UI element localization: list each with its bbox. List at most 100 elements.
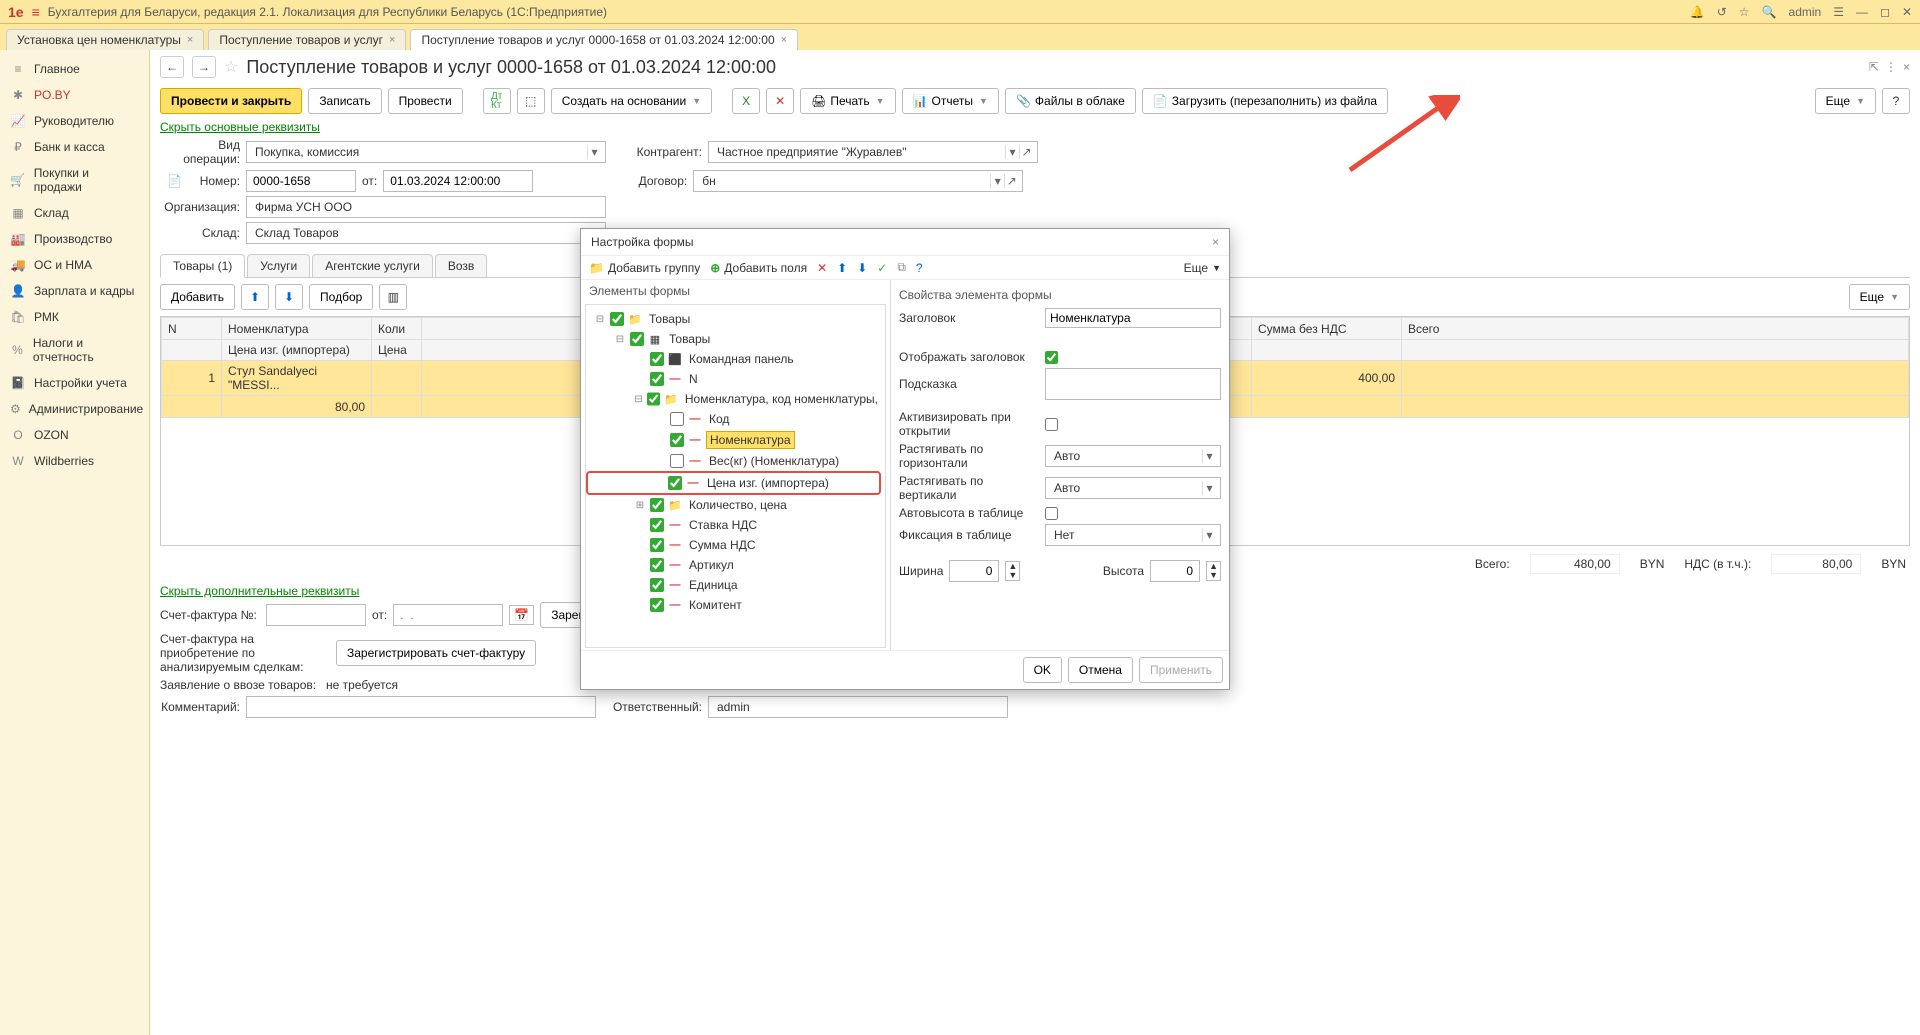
tab-close-icon[interactable]: × <box>187 34 193 46</box>
files-button[interactable]: 📎 Файлы в облаке <box>1005 88 1136 114</box>
ok-button[interactable]: OK <box>1023 657 1062 683</box>
tree-node[interactable]: —Комитент <box>590 595 881 615</box>
favorite-icon[interactable]: ☆ <box>224 57 238 77</box>
counterparty-select[interactable]: Частное предприятие "Журавлев"▾↗ <box>708 141 1038 163</box>
sidebar-item[interactable]: ₽Банк и касса <box>0 134 149 160</box>
more-button[interactable]: Еще▼ <box>1815 88 1876 114</box>
minimize-icon[interactable]: — <box>1856 5 1868 19</box>
calendar-icon[interactable]: 📅 <box>509 605 534 625</box>
add-fields-button[interactable]: ⊕Добавить поля <box>710 261 807 275</box>
tree-node[interactable]: ⊟▦Товары <box>590 329 881 349</box>
prop-show-title-checkbox[interactable] <box>1045 351 1058 364</box>
spinner-icon[interactable]: ▲▼ <box>1206 561 1221 581</box>
tree-checkbox[interactable] <box>650 598 664 612</box>
tree-checkbox[interactable] <box>610 312 624 326</box>
col-nomenclature[interactable]: Номенклатура <box>222 318 372 340</box>
sidebar-item[interactable]: 📈Руководителю <box>0 108 149 134</box>
tree-node[interactable]: —N <box>590 369 881 389</box>
tree-checkbox[interactable] <box>670 412 684 426</box>
hide-main-requisites-link[interactable]: Скрыть основные реквизиты <box>150 118 1920 136</box>
form-close-icon[interactable]: × <box>1903 60 1910 74</box>
tree-node[interactable]: —Вес(кг) (Номенклатура) <box>590 451 881 471</box>
prop-width-input[interactable] <box>949 560 999 582</box>
expand-icon[interactable]: ⊟ <box>594 314 606 325</box>
structure-icon[interactable]: ⬚ <box>517 88 545 114</box>
prop-autoheight-checkbox[interactable] <box>1045 507 1058 520</box>
save-button[interactable]: Записать <box>308 88 381 114</box>
tree-node[interactable]: ⬛Командная панель <box>590 349 881 369</box>
tree-checkbox[interactable] <box>650 538 664 552</box>
col-price[interactable]: Цена <box>372 340 422 361</box>
tree-node[interactable]: —Код <box>590 409 881 429</box>
invoice-date-input[interactable] <box>393 604 503 626</box>
help-icon[interactable]: ? <box>1882 88 1910 114</box>
tree-node[interactable]: ⊟📁Товары <box>590 309 881 329</box>
col-n[interactable]: N <box>162 318 222 340</box>
tree-checkbox[interactable] <box>630 332 644 346</box>
excel-icon[interactable]: X <box>732 88 760 114</box>
history-icon[interactable]: ↺ <box>1717 5 1727 19</box>
form-elements-tree[interactable]: ⊟📁Товары⊟▦Товары⬛Командная панель—N⊟📁Ном… <box>585 304 886 648</box>
move-up-icon[interactable]: ⬆ <box>241 284 269 310</box>
debit-credit-icon[interactable]: ДтКт <box>483 88 511 114</box>
tab-close-icon[interactable]: × <box>781 34 787 46</box>
delete-icon[interactable]: ✕ <box>817 261 827 275</box>
help-icon[interactable]: ? <box>916 261 923 275</box>
tree-node[interactable]: —Номенклатура <box>590 429 881 451</box>
search-icon[interactable]: 🔍 <box>1762 5 1777 19</box>
expand-icon[interactable]: ⊟ <box>634 394 643 405</box>
tree-checkbox[interactable] <box>650 558 664 572</box>
bell-icon[interactable]: 🔔 <box>1690 5 1705 19</box>
check-icon[interactable]: ✓ <box>877 261 887 275</box>
sidebar-item[interactable]: 🏭Производство <box>0 226 149 252</box>
open-new-icon[interactable]: ⇱ <box>1869 60 1879 74</box>
prop-fix-select[interactable]: Нет▾ <box>1045 524 1221 546</box>
table-more-button[interactable]: Еще▼ <box>1849 284 1910 310</box>
col-total[interactable]: Всего <box>1402 318 1909 340</box>
close-icon[interactable]: ✕ <box>1902 5 1912 19</box>
create-based-button[interactable]: Создать на основании▼ <box>551 88 712 114</box>
tree-checkbox[interactable] <box>647 392 660 406</box>
sidebar-item[interactable]: WWildberries <box>0 448 149 474</box>
responsible-select[interactable]: admin <box>708 696 1008 718</box>
tree-checkbox[interactable] <box>670 433 684 447</box>
star-icon[interactable]: ☆ <box>1739 5 1750 19</box>
post-button[interactable]: Провести <box>388 88 463 114</box>
prop-height-input[interactable] <box>1150 560 1200 582</box>
comment-input[interactable] <box>246 696 596 718</box>
barcode-icon[interactable]: ▥ <box>379 284 407 310</box>
settings-icon[interactable]: ☰ <box>1833 5 1844 19</box>
add-row-button[interactable]: Добавить <box>160 284 235 310</box>
tree-checkbox[interactable] <box>670 454 684 468</box>
doc-tab-return[interactable]: Возв <box>435 254 487 277</box>
register-purchase-invoice-button[interactable]: Зарегистрировать счет-фактуру <box>336 640 536 666</box>
tab-item[interactable]: Установка цен номенклатуры× <box>6 29 204 50</box>
spinner-icon[interactable]: ▲▼ <box>1005 561 1020 581</box>
sidebar-item[interactable]: 🛒Покупки и продажи <box>0 160 149 200</box>
op-type-select[interactable]: Покупка, комиссия▾ <box>246 141 606 163</box>
tree-checkbox[interactable] <box>650 578 664 592</box>
tree-node[interactable]: —Ставка НДС <box>590 515 881 535</box>
dialog-close-icon[interactable]: × <box>1212 235 1219 249</box>
col-sum-no-vat[interactable]: Сумма без НДС <box>1252 318 1402 340</box>
kebab-icon[interactable]: ⋮ <box>1885 60 1897 74</box>
tab-item-active[interactable]: Поступление товаров и услуг 0000-1658 от… <box>410 29 798 50</box>
post-and-close-button[interactable]: Провести и закрыть <box>160 88 302 114</box>
col-price-imp[interactable]: Цена изг. (импортера) <box>222 340 372 361</box>
tree-node[interactable]: ⊞📁Количество, цена <box>590 495 881 515</box>
org-select[interactable]: Фирма УСН ООО <box>246 196 606 218</box>
tree-checkbox[interactable] <box>668 476 682 490</box>
cancel-button[interactable]: Отмена <box>1068 657 1133 683</box>
dialog-more-button[interactable]: Еще ▼ <box>1184 261 1221 275</box>
tree-checkbox[interactable] <box>650 372 664 386</box>
move-down-icon[interactable]: ⬇ <box>857 261 867 275</box>
tree-node[interactable]: —Цена изг. (импортера) <box>586 471 881 495</box>
reports-button[interactable]: 📊 Отчеты▼ <box>902 88 999 114</box>
select-button[interactable]: Подбор <box>309 284 373 310</box>
prop-title-input[interactable] <box>1045 308 1221 328</box>
sidebar-item[interactable]: ⚙Администрирование <box>0 396 149 422</box>
tab-close-icon[interactable]: × <box>389 34 395 46</box>
sidebar-item[interactable]: %Налоги и отчетность <box>0 330 149 370</box>
sidebar-item[interactable]: 🛍РМК <box>0 304 149 330</box>
prop-hint-input[interactable] <box>1045 368 1221 400</box>
